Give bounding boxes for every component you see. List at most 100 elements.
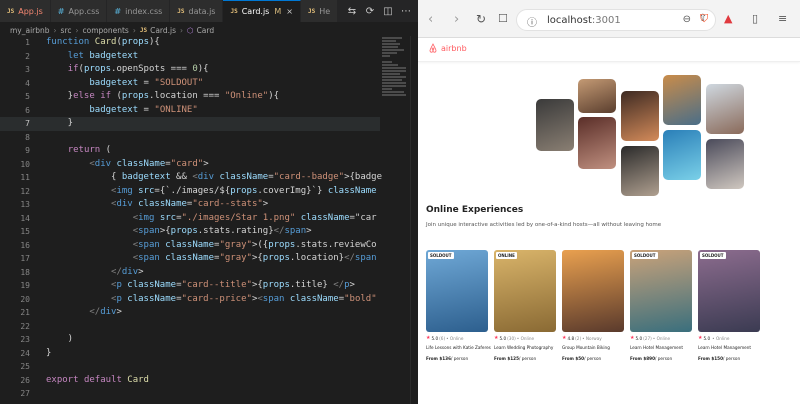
- code-line[interactable]: 2 let badgetext: [0, 50, 380, 64]
- code-line[interactable]: 19 <p className="card--title">{props.tit…: [0, 279, 380, 293]
- card-badge: SOLDOUT: [700, 252, 726, 259]
- css-file-icon: #: [57, 6, 65, 16]
- breadcrumb-item[interactable]: src: [61, 26, 72, 35]
- hero-photo: [663, 75, 701, 125]
- code-line[interactable]: 20 <p className="card--price"><span clas…: [0, 293, 380, 307]
- airbnb-logo[interactable]: airbnb: [428, 43, 467, 53]
- code-line[interactable]: 12 <img src={`./images/${props.coverImg}…: [0, 185, 380, 199]
- code-line[interactable]: 26 export default Card: [0, 374, 380, 388]
- tab-label: App.css: [68, 6, 100, 16]
- card-title: Learn Hotel Management: [630, 345, 684, 350]
- card-review-count: (30): [507, 335, 516, 341]
- card-price-unit: / person: [451, 356, 469, 361]
- experience-card[interactable]: SOLDOUT ★ 5.0 (27) • Online Learn Hotel Manag…: [630, 250, 692, 361]
- card-price-amount: From $150: [698, 356, 724, 361]
- hero-photo: [578, 79, 616, 113]
- tab-app-js[interactable]: JS App.js: [0, 0, 51, 22]
- brave-rewards-icon[interactable]: ▲: [724, 12, 732, 25]
- code-text: <p className="card--price"><span classNa…: [111, 293, 377, 304]
- menu-icon[interactable]: ≡: [778, 12, 787, 25]
- split-editor-icon[interactable]: ◫: [382, 6, 394, 17]
- tab-label: App.js: [18, 6, 43, 16]
- js-file-icon: JS: [139, 26, 148, 34]
- forward-icon[interactable]: ›: [454, 12, 459, 27]
- code-line[interactable]: 21 </div>: [0, 306, 380, 320]
- browser-window: ‹ › ↻ ☐ ⓘ localhost:3001 ⊖ ⇪ ⛉ ▲ ▯ ≡ air…: [418, 0, 800, 404]
- experience-card[interactable]: SOLDOUT ★ 5.0 • Online Learn Hotel Managemen…: [698, 250, 760, 361]
- code-line[interactable]: 23 ): [0, 333, 380, 347]
- card-price-unit: / person: [655, 356, 673, 361]
- chevron-right-icon: ›: [132, 25, 136, 35]
- code-line[interactable]: 11 { badgetext && <div className="card--…: [0, 171, 382, 185]
- card-price: From $50/ person: [562, 356, 624, 361]
- code-line[interactable]: 8: [0, 131, 380, 145]
- minimap[interactable]: [380, 36, 410, 116]
- code-line[interactable]: 17 <span className="gray">{props.locatio…: [0, 252, 380, 266]
- editor-scrollbar[interactable]: [410, 36, 418, 404]
- card-price-unit: / person: [584, 356, 602, 361]
- reload-icon[interactable]: ↻: [476, 12, 486, 26]
- code-line[interactable]: 18 </div>: [0, 266, 380, 280]
- code-line[interactable]: 4 badgetext = "SOLDOUT": [0, 77, 380, 91]
- line-number: 5: [25, 92, 30, 101]
- card-rating: 5.0: [499, 335, 507, 341]
- tab-index-css[interactable]: # index.css: [107, 0, 171, 22]
- code-line[interactable]: 5 }else if (props.location === "Online")…: [0, 90, 380, 104]
- breadcrumb-item[interactable]: Card: [197, 26, 215, 35]
- compare-changes-icon[interactable]: ⇆: [346, 6, 358, 17]
- editor-actions: ⇆ ⟳ ◫ ⋯: [340, 0, 418, 22]
- line-number: 12: [20, 186, 30, 196]
- tab-header-js[interactable]: JS He: [300, 0, 339, 22]
- code-line[interactable]: 9 return (: [0, 144, 380, 158]
- close-icon[interactable]: ×: [286, 7, 293, 16]
- card-price-amount: From $136: [426, 356, 452, 361]
- brave-shield-icon[interactable]: ⛉: [700, 12, 708, 26]
- line-number: 24: [20, 348, 30, 358]
- line-number: 15: [20, 227, 30, 236]
- card-location: • Norway: [582, 335, 602, 341]
- address-bar[interactable]: ⓘ localhost:3001 ⊖ ⇪: [516, 9, 716, 31]
- code-line[interactable]: 15 <span>{props.stats.rating}</span>: [0, 225, 380, 239]
- code-line[interactable]: 10 <div className="card">: [0, 158, 380, 172]
- code-line[interactable]: 22: [0, 320, 380, 334]
- line-number: 13: [20, 200, 30, 209]
- experience-card[interactable]: ★ 4.8 (2) • Norway Group Mountain Biking From…: [562, 250, 624, 361]
- code-area[interactable]: 1 function Card(props){2 let badgetext 3 i…: [0, 36, 382, 404]
- zoom-icon[interactable]: ⊖: [683, 14, 691, 25]
- code-line[interactable]: 14 <img src="./images/Star 1.png" classN…: [0, 212, 380, 226]
- site-info-icon[interactable]: ⓘ: [527, 14, 537, 29]
- card-image: [562, 250, 624, 332]
- code-line[interactable]: 6 badgetext = "ONLINE": [0, 104, 380, 118]
- tab-card-js[interactable]: JS Card.js M ×: [223, 0, 301, 22]
- open-changes-icon[interactable]: ⟳: [364, 6, 376, 17]
- tab-app-css[interactable]: # App.css: [50, 0, 108, 22]
- line-number: 11: [20, 173, 30, 182]
- breadcrumb-item[interactable]: my_airbnb: [10, 26, 50, 35]
- code-text: ): [46, 334, 74, 344]
- hero-photo: [578, 117, 616, 169]
- code-text: <p className="card--title">{props.title}…: [111, 280, 355, 290]
- code-line[interactable]: 1 function Card(props){: [0, 36, 380, 50]
- more-actions-icon[interactable]: ⋯: [400, 6, 412, 17]
- bookmark-icon[interactable]: ☐: [498, 12, 508, 25]
- breadcrumb-item[interactable]: components: [83, 26, 129, 35]
- experience-card[interactable]: SOLDOUT ★ 5.0 (6) • Online Life Lessons with …: [426, 250, 491, 361]
- breadcrumb-item[interactable]: Card.js: [150, 26, 176, 35]
- sidebar-icon[interactable]: ▯: [752, 12, 758, 25]
- code-line[interactable]: 24}: [0, 347, 380, 361]
- code-line[interactable]: 16 <span className="gray">({props.stats.…: [0, 239, 380, 253]
- code-line[interactable]: 25: [0, 360, 380, 374]
- code-line[interactable]: 13 <div className="card--stats">: [0, 198, 380, 212]
- card-badge: ONLINE: [496, 252, 517, 259]
- experience-card[interactable]: ONLINE ★ 5.0 (30) • Online Learn Wedding Phot…: [494, 250, 556, 361]
- card-stats: ★ 5.0 (6) • Online: [426, 335, 488, 341]
- code-line[interactable]: 3 if(props.openSpots === 0){: [0, 63, 380, 77]
- tab-label: data.js: [188, 6, 216, 16]
- back-icon[interactable]: ‹: [428, 12, 433, 27]
- card-price: From $150/ person: [698, 356, 760, 361]
- code-line[interactable]: 27: [0, 387, 380, 401]
- code-line[interactable]: 7 }: [0, 117, 380, 131]
- star-icon: ★: [426, 335, 431, 341]
- tab-data-js[interactable]: JS data.js: [170, 0, 224, 22]
- hero-photo: [621, 146, 659, 196]
